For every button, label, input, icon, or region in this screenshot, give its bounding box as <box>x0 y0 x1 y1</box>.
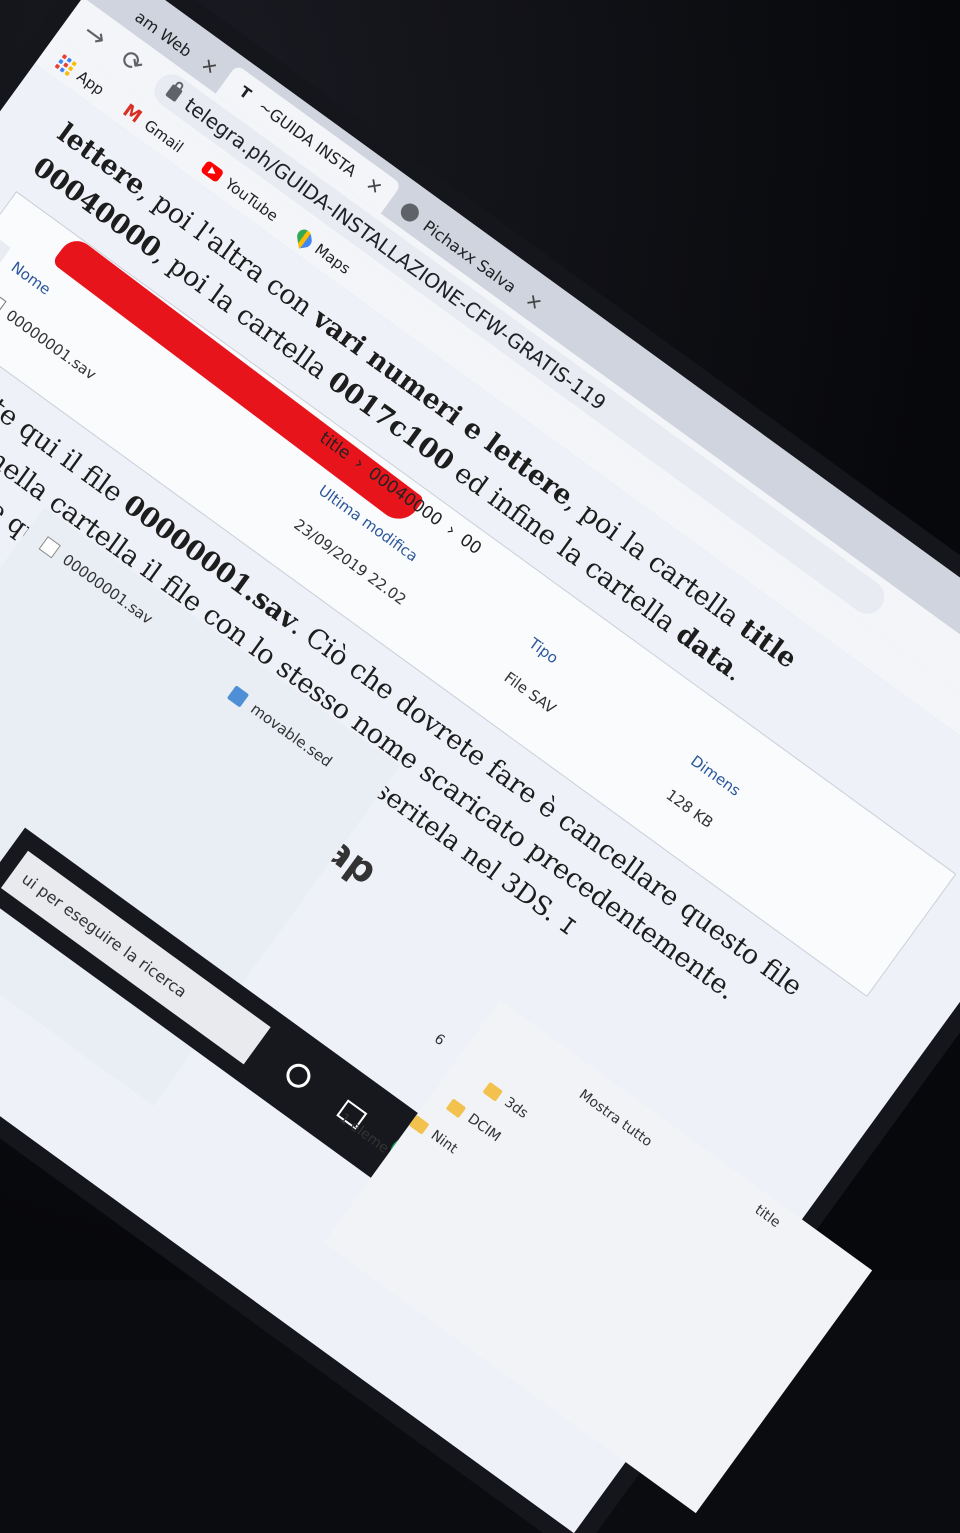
forward-arrow-icon[interactable]: → <box>75 15 115 56</box>
youtube-icon <box>200 159 225 184</box>
breadcrumb-item[interactable]: 00 <box>456 530 485 559</box>
breadcrumb-item: title <box>751 1202 784 1232</box>
folder-name: DCIM <box>464 1110 504 1146</box>
column-header-type[interactable]: Tipo <box>526 634 562 667</box>
apps-icon <box>54 53 77 77</box>
gmail-icon: M <box>118 99 146 128</box>
column-header-name[interactable]: Nome <box>8 258 54 299</box>
file-name-cell: 00000001.sav <box>0 292 100 384</box>
file-name: movable.sed <box>247 699 336 771</box>
chevron-right-icon: › <box>442 520 460 541</box>
breadcrumb[interactable]: title <box>752 1202 784 1231</box>
globe-icon <box>397 200 423 226</box>
reload-icon[interactable]: ⟳ <box>112 42 152 83</box>
column-header-size[interactable]: Dimens <box>687 752 744 800</box>
folder-name: 3ds <box>501 1094 531 1122</box>
chevron-right-icon: › <box>350 453 368 474</box>
list-item[interactable]: Nint <box>408 1113 460 1157</box>
maps-icon <box>296 228 313 249</box>
cortana-icon[interactable] <box>277 1055 319 1097</box>
bookmark-label: App <box>73 67 108 99</box>
list-item[interactable]: 3ds <box>482 1080 531 1122</box>
file-icon <box>226 685 250 708</box>
folder-icon <box>445 1097 467 1118</box>
folder-icon <box>482 1081 504 1102</box>
close-icon[interactable]: ✕ <box>362 173 387 199</box>
close-icon[interactable]: ✕ <box>521 289 546 315</box>
folder-name: Nint <box>427 1127 461 1158</box>
file-icon <box>0 292 7 318</box>
checkbox[interactable] <box>38 536 61 559</box>
close-icon[interactable]: ✕ <box>197 54 222 80</box>
lock-icon <box>165 83 183 103</box>
list-item[interactable]: DCIM <box>445 1097 504 1146</box>
telegraph-icon: T <box>235 82 255 104</box>
